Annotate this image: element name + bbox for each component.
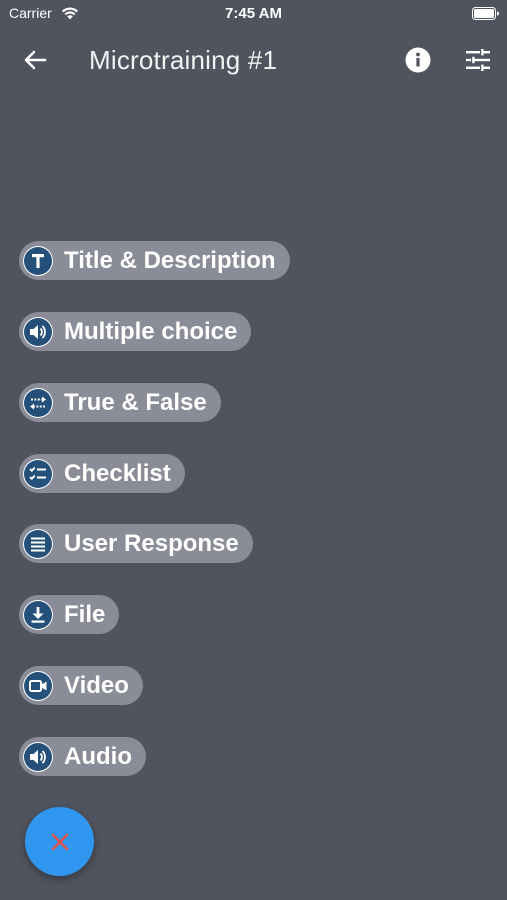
dial-item-audio[interactable]: Audio [19, 737, 146, 776]
dial-item-label: Multiple choice [64, 317, 238, 345]
dial-item-label: Checklist [64, 459, 171, 487]
battery-icon [472, 7, 499, 20]
dial-item-label: True & False [64, 388, 207, 416]
dial-item-file[interactable]: File [19, 595, 120, 634]
close-speed-dial-button[interactable] [25, 807, 94, 876]
dial-item-true-false[interactable]: True & False [19, 383, 221, 422]
download-icon [23, 599, 53, 630]
info-icon [405, 47, 431, 73]
screen: Carrier 7:45 AM Microtraining #1 Title &… [0, 0, 507, 900]
page-title: Microtraining #1 [89, 45, 278, 75]
arrow-left-icon [24, 50, 47, 70]
video-camera-icon [23, 670, 53, 701]
dial-item-label: File [64, 600, 106, 628]
dial-item-video[interactable]: Video [19, 666, 143, 705]
dial-item-title-description[interactable]: Title & Description [19, 241, 290, 280]
speaker-icon [23, 741, 53, 772]
title-t-icon [23, 245, 53, 276]
dial-item-multiple-choice[interactable]: Multiple choice [19, 312, 252, 351]
settings-button[interactable] [464, 46, 492, 74]
status-bar: Carrier 7:45 AM [0, 0, 507, 28]
dial-item-checklist[interactable]: Checklist [19, 454, 185, 493]
checklist-icon [23, 458, 53, 489]
app-bar: Microtraining #1 [0, 36, 507, 84]
dial-item-user-response[interactable]: User Response [19, 524, 253, 563]
dial-item-label: User Response [64, 529, 239, 557]
dial-item-label: Video [64, 671, 129, 699]
speaker-icon [23, 316, 53, 347]
back-button[interactable] [20, 46, 50, 74]
dial-item-label: Title & Description [64, 246, 276, 274]
tune-sliders-icon [466, 49, 490, 71]
swap-arrows-icon [23, 387, 53, 418]
text-lines-icon [23, 528, 53, 559]
close-icon [51, 833, 68, 850]
status-time: 7:45 AM [225, 5, 282, 22]
info-button[interactable] [404, 46, 432, 74]
dial-item-label: Audio [64, 742, 132, 770]
